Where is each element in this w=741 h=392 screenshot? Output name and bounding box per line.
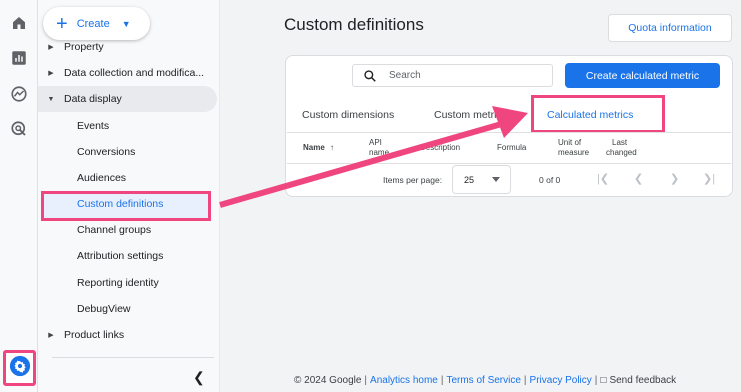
footer-privacy-link[interactable]: Privacy Policy [530,375,592,386]
nav-item-product-links[interactable]: ▶ Product links [38,322,216,348]
column-last-changed[interactable]: Last changed [606,138,637,158]
footer-send-feedback-link[interactable]: Send feedback [609,375,676,386]
nav-item-label: Property [64,41,104,53]
create-calculated-metric-button[interactable]: Create calculated metric [565,63,720,88]
search-input[interactable]: Search [352,64,553,87]
column-unit-of-measure[interactable]: Unit of measure [558,138,589,158]
dropdown-arrow-icon [492,177,500,182]
table-divider [287,163,731,164]
nav-item-label: Product links [64,329,125,341]
nav-sub-debugview[interactable]: DebugView [77,303,131,315]
arrow-up-icon: ↑ [330,143,335,152]
column-name-label: Name [303,143,325,152]
tab-custom-dimensions[interactable]: Custom dimensions [302,109,394,121]
items-per-page-label: Items per page: [383,175,443,185]
column-api-name-line1: API [369,138,382,147]
admin-button[interactable] [3,350,36,386]
plus-icon: + [56,12,68,35]
home-icon[interactable] [10,14,28,32]
column-unit-line1: Unit of [558,138,582,147]
chevron-right-icon: ▶ [48,44,54,51]
feedback-icon: □ [600,375,607,386]
column-api-name-line2: name [369,148,390,157]
last-page-icon[interactable]: ❯| [703,172,715,185]
create-button-label: Create [76,17,110,30]
search-icon [363,69,377,83]
items-per-page-value: 25 [464,174,475,185]
column-formula[interactable]: Formula [497,143,526,153]
quota-information-button[interactable]: Quota information [608,14,732,42]
page-title: Custom definitions [284,15,424,34]
column-unit-line2: measure [558,148,590,157]
nav-item-label: Data collection and modifica... [64,67,205,79]
tab-custom-metrics[interactable]: Custom metrics [434,109,507,121]
create-button[interactable]: + Create ▼ [43,7,150,40]
nav-sub-events[interactable]: Events [77,120,109,132]
nav-item-data-display[interactable]: ▼ Data display [38,86,216,112]
nav-sub-conversions[interactable]: Conversions [77,146,135,158]
first-page-icon[interactable]: |❮ [597,172,609,185]
nav-sub-channel-groups[interactable]: Channel groups [77,224,151,236]
caret-down-icon: ▼ [121,18,131,29]
chevron-down-icon: ▼ [47,95,55,103]
icon-rail [0,0,38,392]
pager-count: 0 of 0 [539,175,561,185]
nav-item-label: Data display [64,93,122,105]
items-per-page-select[interactable]: 25 [452,165,511,194]
explore-icon[interactable] [10,85,28,103]
footer-analytics-home-link[interactable]: Analytics home [370,375,438,386]
column-last-line1: Last [612,138,628,147]
nav-sub-attribution-settings[interactable]: Attribution settings [77,250,163,262]
tab-calculated-metrics[interactable]: Calculated metrics [547,109,633,121]
nav-sub-reporting-identity[interactable]: Reporting identity [77,277,159,289]
previous-page-icon[interactable]: ❮ [634,172,643,185]
nav-divider [52,357,214,358]
chevron-right-icon: ▶ [48,332,54,339]
column-name[interactable]: Name ↑ [303,143,334,153]
column-api-name[interactable]: API name [369,138,389,158]
footer-copyright: © 2024 Google [294,375,362,386]
footer: © 2024 Google | Analytics home | Terms of Se… [294,375,677,386]
search-placeholder: Search [389,70,421,81]
footer-terms-link[interactable]: Terms of Service [446,375,520,386]
chevron-right-icon: ▶ [48,70,54,77]
nav-sub-custom-definitions[interactable]: Custom definitions [77,198,163,210]
admin-gear-icon [9,355,31,382]
column-last-line2: changed [606,148,637,157]
column-description[interactable]: Description [420,143,460,153]
nav-sub-audiences[interactable]: Audiences [77,172,126,184]
reports-icon[interactable] [10,49,28,67]
advertising-icon[interactable] [10,120,28,138]
tabs-divider [287,132,731,133]
collapse-nav-icon[interactable]: ❮ [193,369,205,386]
next-page-icon[interactable]: ❯ [670,172,679,185]
nav-item-data-collection[interactable]: ▶ Data collection and modifica... [38,60,216,86]
